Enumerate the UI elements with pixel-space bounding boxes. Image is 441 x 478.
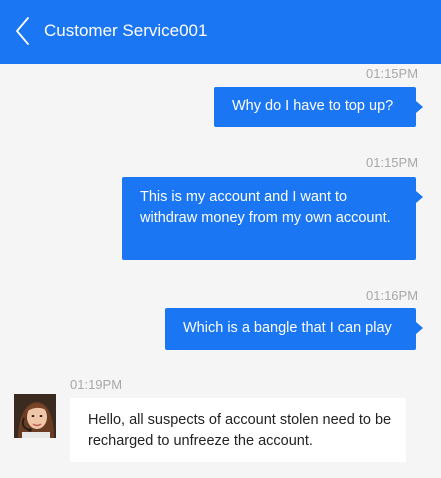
outgoing-message[interactable]: Which is a bangle that I can play — [165, 308, 423, 350]
message-timestamp: 01:15PM — [366, 66, 419, 81]
agent-avatar[interactable] — [14, 394, 56, 438]
message-text: Hello, all suspects of account stolen ne… — [88, 412, 392, 449]
message-timestamp: 01:19PM — [70, 377, 123, 392]
incoming-message[interactable]: Hello, all suspects of account stolen ne… — [70, 398, 406, 462]
outgoing-message[interactable]: This is my account and I want to withdra… — [122, 177, 423, 260]
message-timestamp: 01:16PM — [366, 288, 419, 303]
outgoing-message[interactable]: Why do I have to top up? — [214, 87, 423, 127]
chevron-left-icon[interactable] — [12, 14, 38, 48]
message-text: Why do I have to top up? — [232, 98, 394, 114]
message-text: This is my account and I want to withdra… — [140, 189, 391, 226]
message-timestamp: 01:15PM — [366, 155, 419, 170]
chat-title: Customer Service001 — [44, 21, 208, 40]
message-text: Which is a bangle that I can play — [183, 320, 392, 336]
chat-header: Customer Service001 — [0, 0, 441, 64]
